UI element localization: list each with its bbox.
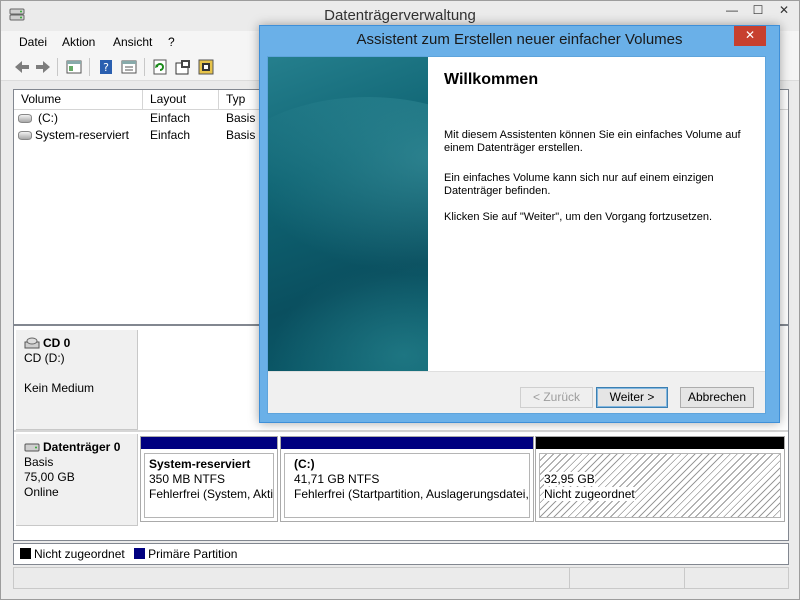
primary-partition-bar	[141, 437, 277, 449]
wizard-close-button[interactable]: ✕	[734, 26, 766, 46]
partition-body: 32,95 GB Nicht zugeordnet	[539, 453, 781, 518]
back-button[interactable]: < Zurück	[520, 387, 593, 408]
minimize-button[interactable]: —	[719, 1, 745, 21]
wizard-title: Assistent zum Erstellen neuer einfacher …	[356, 31, 683, 48]
help-icon[interactable]: ?	[97, 58, 115, 76]
back-arrow-icon[interactable]	[13, 58, 31, 76]
partition-size: 32,95 GB	[544, 472, 595, 486]
partition-unallocated[interactable]: 32,95 GB Nicht zugeordnet	[535, 436, 785, 522]
cancel-button[interactable]: Abbrechen	[680, 387, 754, 408]
wizard-client: Willkommen Mit diesem Assistenten können…	[267, 56, 766, 414]
toolbar-separator	[89, 58, 90, 76]
disk-info-line: Basis	[24, 455, 54, 469]
disk-info-line: Kein Medium	[24, 381, 95, 395]
partition-status: Fehlerfrei (Startpartition, Auslagerungs…	[294, 487, 530, 501]
wizard-paragraph: Ein einfaches Volume kann sich nur auf e…	[444, 172, 714, 197]
disk-info-line: 75,00 GB	[24, 470, 75, 484]
partition-name	[544, 457, 776, 472]
legend-label: Primäre Partition	[148, 547, 238, 561]
menu-aktion[interactable]: Aktion	[62, 35, 95, 49]
volume-name: System-reserviert	[35, 128, 130, 142]
partition-size: 41,71 GB NTFS	[294, 472, 380, 486]
disk-label-disk0[interactable]: Datenträger 0 Basis 75,00 GB Online	[16, 434, 138, 526]
menu-ansicht[interactable]: Ansicht	[113, 35, 152, 49]
legend-swatch-primary	[134, 548, 146, 559]
drive-icon	[18, 131, 32, 140]
wizard-banner-image	[268, 57, 428, 371]
partition-name: System-reserviert	[149, 457, 251, 471]
disk-separator	[14, 430, 788, 432]
window-title: Datenträgerverwaltung	[324, 7, 476, 24]
legend-swatch-unallocated	[20, 548, 31, 559]
close-button[interactable]: ✕	[771, 1, 797, 21]
partition-status: Nicht zugeordnet	[544, 487, 635, 501]
volume-typ: Basis	[226, 128, 256, 142]
drive-icon	[18, 114, 32, 123]
disk-info-line	[24, 366, 137, 381]
disk-info-line: Online	[24, 485, 59, 499]
volume-layout: Einfach	[150, 128, 191, 142]
primary-partition-bar	[281, 437, 533, 449]
status-segment	[684, 568, 685, 588]
partition-body: System-reserviert 350 MB NTFS Fehlerfrei…	[144, 453, 274, 518]
menu-datei[interactable]: Datei	[19, 35, 47, 49]
volume-typ: Basis	[226, 111, 256, 125]
wizard-content: Willkommen Mit diesem Assistenten können…	[428, 57, 765, 371]
next-button[interactable]: Weiter >	[596, 387, 668, 408]
properties-icon[interactable]	[174, 58, 192, 76]
wizard-paragraph: Mit diesem Assistenten können Sie ein ei…	[444, 129, 741, 154]
menu-help[interactable]: ?	[168, 35, 175, 49]
cd-drive-icon	[24, 337, 40, 349]
disk-info-line: CD (D:)	[24, 351, 65, 365]
disk-name: Datenträger 0	[24, 440, 137, 455]
wizard-heading: Willkommen	[444, 71, 539, 88]
disk-label-cd0[interactable]: CD 0 CD (D:) Kein Medium	[16, 330, 138, 430]
wizard-footer: < Zurück Weiter > Abbrechen	[268, 371, 765, 413]
disk-name: CD 0	[24, 336, 137, 351]
partition-status: Fehlerfrei (System, Aktiv	[149, 487, 274, 501]
svg-text:?: ?	[103, 61, 109, 74]
wizard-paragraph: Klicken Sie auf "Weiter", um den Vorgang…	[444, 211, 713, 223]
partition-size: 350 MB NTFS	[149, 472, 226, 486]
maximize-button[interactable]: ☐	[745, 1, 771, 21]
column-header-volume[interactable]: Volume	[14, 90, 143, 109]
partition-system-reserved[interactable]: System-reserviert 350 MB NTFS Fehlerfrei…	[140, 436, 278, 522]
new-simple-volume-wizard: Assistent zum Erstellen neuer einfacher …	[259, 25, 780, 423]
toolbar-separator	[144, 58, 145, 76]
legend: Nicht zugeordnet Primäre Partition	[13, 543, 789, 565]
partition-body: (C:) 41,71 GB NTFS Fehlerfrei (Startpart…	[284, 453, 530, 518]
partition-name: (C:)	[294, 457, 315, 471]
status-segment	[569, 568, 570, 588]
column-header-layout[interactable]: Layout	[143, 90, 219, 109]
console-tree-icon[interactable]	[65, 58, 83, 76]
forward-arrow-icon[interactable]	[34, 58, 52, 76]
refresh-icon[interactable]	[151, 58, 169, 76]
toolbar-separator	[57, 58, 58, 76]
status-bar	[13, 567, 789, 589]
unallocated-bar	[536, 437, 784, 449]
volume-name: (C:)	[38, 111, 58, 125]
hard-disk-icon	[24, 443, 40, 452]
legend-label: Nicht zugeordnet	[34, 547, 125, 561]
settings-icon[interactable]	[197, 58, 215, 76]
volume-layout: Einfach	[150, 111, 191, 125]
view-pane-icon[interactable]	[120, 58, 138, 76]
partition-c[interactable]: (C:) 41,71 GB NTFS Fehlerfrei (Startpart…	[280, 436, 534, 522]
